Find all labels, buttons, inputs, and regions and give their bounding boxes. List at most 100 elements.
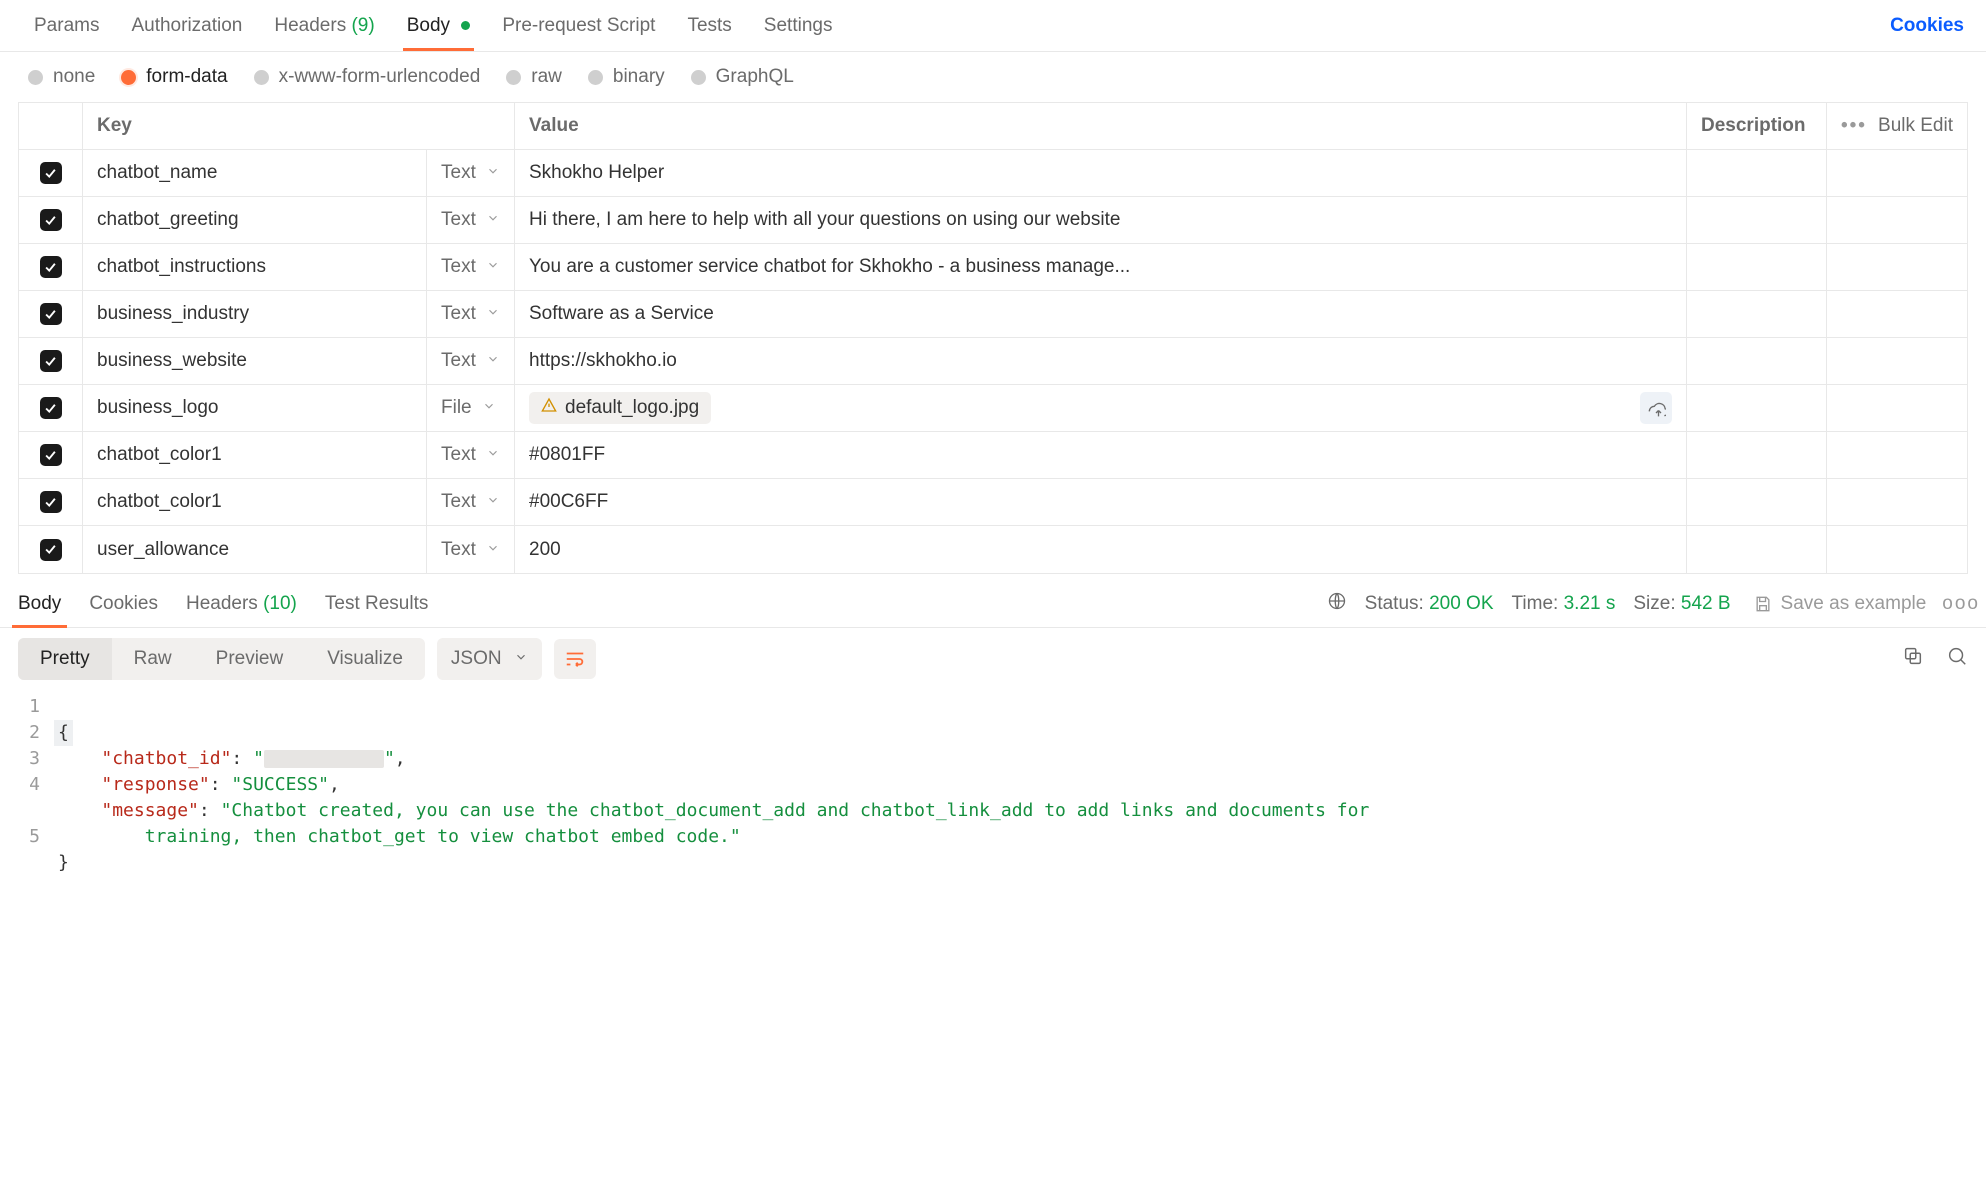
value-cell[interactable]: default_logo.jpg xyxy=(515,385,1687,431)
unsaved-dot-icon xyxy=(461,21,470,30)
key-cell[interactable]: chatbot_color1 xyxy=(83,432,427,478)
copy-icon[interactable] xyxy=(1902,645,1924,673)
key-cell[interactable]: user_allowance xyxy=(83,526,427,573)
body-type-urlencoded-label: x-www-form-urlencoded xyxy=(279,66,481,88)
key-cell[interactable]: chatbot_color1 xyxy=(83,479,427,525)
description-cell[interactable] xyxy=(1687,526,1827,573)
globe-icon[interactable] xyxy=(1327,591,1347,617)
description-cell[interactable] xyxy=(1687,291,1827,337)
tab-body[interactable]: Body xyxy=(391,2,487,50)
view-visualize[interactable]: Visualize xyxy=(305,638,425,680)
description-cell[interactable] xyxy=(1687,150,1827,196)
tab-prerequest[interactable]: Pre-request Script xyxy=(486,2,671,50)
view-raw[interactable]: Raw xyxy=(112,638,194,680)
value-cell[interactable]: Hi there, I am here to help with all you… xyxy=(515,197,1687,243)
save-as-example-button[interactable]: Save as example xyxy=(1753,593,1927,615)
description-cell[interactable] xyxy=(1687,197,1827,243)
tab-settings[interactable]: Settings xyxy=(748,2,849,50)
value-text[interactable]: 200 xyxy=(529,539,561,561)
type-select[interactable]: Text xyxy=(427,244,515,290)
view-preview[interactable]: Preview xyxy=(194,638,306,680)
type-select[interactable]: Text xyxy=(427,432,515,478)
value-cell[interactable]: https://skhokho.io xyxy=(515,338,1687,384)
row-checkbox[interactable] xyxy=(40,397,62,419)
bulk-edit-button[interactable]: Bulk Edit xyxy=(1878,115,1953,137)
body-type-binary-label: binary xyxy=(613,66,665,88)
type-label: Text xyxy=(441,303,476,325)
warning-icon xyxy=(541,397,557,419)
body-type-binary[interactable]: binary xyxy=(588,66,665,88)
table-row: chatbot_color1Text #00C6FF xyxy=(19,479,1967,526)
response-tab-body[interactable]: Body xyxy=(4,581,75,627)
body-type-none-label: none xyxy=(53,66,95,88)
tab-params[interactable]: Params xyxy=(18,2,115,50)
description-cell[interactable] xyxy=(1687,385,1827,431)
body-type-urlencoded[interactable]: x-www-form-urlencoded xyxy=(254,66,481,88)
body-type-formdata[interactable]: form-data xyxy=(121,66,227,88)
row-checkbox[interactable] xyxy=(40,162,62,184)
body-type-none[interactable]: none xyxy=(28,66,95,88)
row-checkbox[interactable] xyxy=(40,350,62,372)
description-cell[interactable] xyxy=(1687,244,1827,290)
tab-tests[interactable]: Tests xyxy=(671,2,747,50)
value-text[interactable]: You are a customer service chatbot for S… xyxy=(529,256,1130,278)
upload-button[interactable] xyxy=(1640,392,1672,424)
table-row: chatbot_color1Text #0801FF xyxy=(19,432,1967,479)
wrap-lines-button[interactable] xyxy=(554,639,596,679)
key-cell[interactable]: chatbot_name xyxy=(83,150,427,196)
columns-more-icon[interactable]: ••• xyxy=(1841,115,1867,137)
file-chip[interactable]: default_logo.jpg xyxy=(529,392,711,424)
format-select[interactable]: JSON xyxy=(437,638,542,680)
row-checkbox[interactable] xyxy=(40,539,62,561)
value-text[interactable]: Software as a Service xyxy=(529,303,714,325)
search-icon[interactable] xyxy=(1946,645,1968,673)
key-cell[interactable]: business_industry xyxy=(83,291,427,337)
tab-authorization[interactable]: Authorization xyxy=(115,2,258,50)
row-checkbox[interactable] xyxy=(40,209,62,231)
response-body-code[interactable]: 1 2 3 4 5 { "chatbot_id": "", "response"… xyxy=(0,690,1986,876)
description-cell[interactable] xyxy=(1687,479,1827,525)
col-description: Description xyxy=(1687,103,1827,149)
view-pretty[interactable]: Pretty xyxy=(18,638,112,680)
value-cell[interactable]: Skhokho Helper xyxy=(515,150,1687,196)
value-cell[interactable]: You are a customer service chatbot for S… xyxy=(515,244,1687,290)
cookies-link[interactable]: Cookies xyxy=(1890,15,1968,37)
type-select[interactable]: Text xyxy=(427,526,515,573)
value-cell[interactable]: 200 xyxy=(515,526,1687,573)
table-row: business_websiteText https://skhokho.io xyxy=(19,338,1967,385)
description-cell[interactable] xyxy=(1687,338,1827,384)
row-checkbox[interactable] xyxy=(40,444,62,466)
save-icon xyxy=(1753,594,1773,614)
request-tabs: Params Authorization Headers (9) Body Pr… xyxy=(0,0,1986,52)
key-cell[interactable]: business_logo xyxy=(83,385,427,431)
value-cell[interactable]: Software as a Service xyxy=(515,291,1687,337)
description-cell[interactable] xyxy=(1687,432,1827,478)
tab-headers[interactable]: Headers (9) xyxy=(258,2,390,50)
value-text[interactable]: #0801FF xyxy=(529,444,605,466)
value-text[interactable]: https://skhokho.io xyxy=(529,350,677,372)
body-type-graphql[interactable]: GraphQL xyxy=(691,66,794,88)
key-cell[interactable]: chatbot_greeting xyxy=(83,197,427,243)
type-select[interactable]: Text xyxy=(427,338,515,384)
type-select[interactable]: Text xyxy=(427,150,515,196)
body-type-raw[interactable]: raw xyxy=(506,66,562,88)
size-label: Size: xyxy=(1633,593,1675,614)
key-cell[interactable]: chatbot_instructions xyxy=(83,244,427,290)
value-text[interactable]: Skhokho Helper xyxy=(529,162,664,184)
type-select[interactable]: Text xyxy=(427,291,515,337)
value-cell[interactable]: #0801FF xyxy=(515,432,1687,478)
value-text[interactable]: #00C6FF xyxy=(529,491,608,513)
row-checkbox[interactable] xyxy=(40,303,62,325)
row-checkbox[interactable] xyxy=(40,256,62,278)
type-select[interactable]: Text xyxy=(427,197,515,243)
type-select[interactable]: Text xyxy=(427,479,515,525)
response-tab-headers[interactable]: Headers (10) xyxy=(172,581,311,627)
value-cell[interactable]: #00C6FF xyxy=(515,479,1687,525)
type-select[interactable]: File xyxy=(427,385,515,431)
response-tab-cookies[interactable]: Cookies xyxy=(75,581,172,627)
row-checkbox[interactable] xyxy=(40,491,62,513)
response-more-icon[interactable]: ooo xyxy=(1942,593,1980,615)
value-text[interactable]: Hi there, I am here to help with all you… xyxy=(529,209,1120,231)
response-tab-test-results[interactable]: Test Results xyxy=(311,581,442,627)
key-cell[interactable]: business_website xyxy=(83,338,427,384)
